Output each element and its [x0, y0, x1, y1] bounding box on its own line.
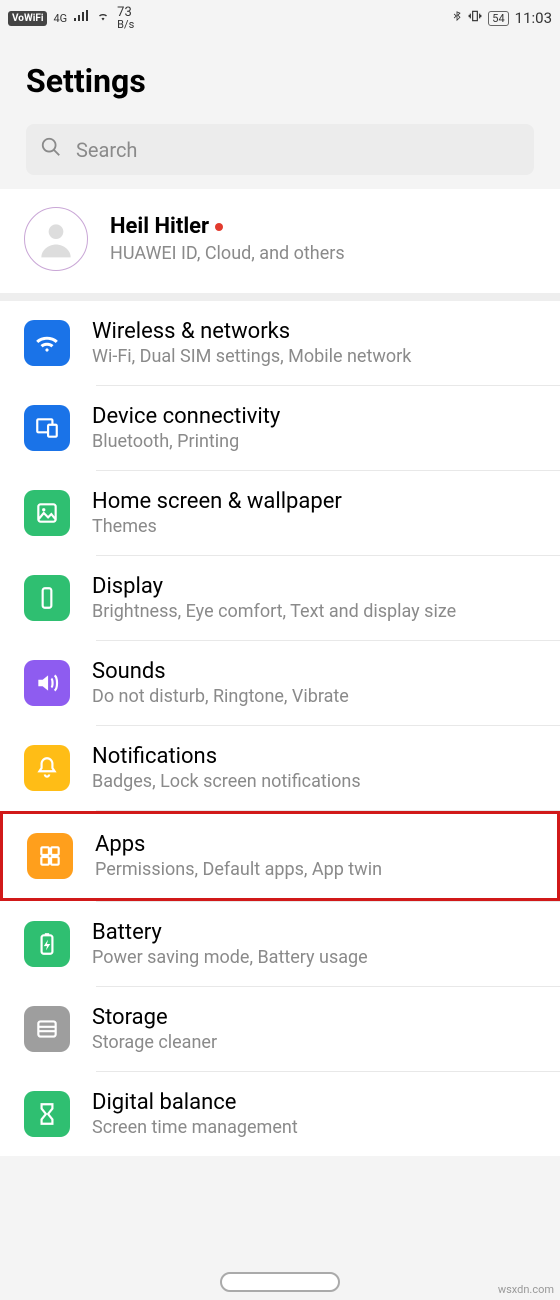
settings-item-sounds[interactable]: SoundsDo not disturb, Ringtone, Vibrate	[0, 641, 560, 725]
item-title: Device connectivity	[92, 404, 540, 429]
item-title: Home screen & wallpaper	[92, 489, 540, 514]
status-bar: VoWiFi 4G 73 B/s 54 11:03	[0, 0, 560, 34]
battery-indicator: 54	[488, 11, 508, 26]
storage-icon	[24, 1006, 70, 1052]
settings-item-digital-balance[interactable]: Digital balanceScreen time management	[0, 1072, 560, 1156]
settings-item-battery[interactable]: BatteryPower saving mode, Battery usage	[0, 902, 560, 986]
wifi-status-icon	[95, 10, 111, 26]
status-right: 54 11:03	[452, 9, 552, 27]
item-title: Notifications	[92, 744, 540, 769]
item-subtitle: Wi-Fi, Dual SIM settings, Mobile network	[92, 346, 540, 367]
vowifi-badge: VoWiFi	[8, 11, 47, 26]
account-row[interactable]: Heil Hitler HUAWEI ID, Cloud, and others	[0, 189, 560, 301]
sound-icon	[24, 660, 70, 706]
item-subtitle: Brightness, Eye comfort, Text and displa…	[92, 601, 540, 622]
apps-icon	[27, 833, 73, 879]
bell-icon	[24, 745, 70, 791]
settings-item-apps[interactable]: AppsPermissions, Default apps, App twin	[3, 814, 557, 898]
item-title: Wireless & networks	[92, 319, 540, 344]
display-icon	[24, 575, 70, 621]
settings-list: Wireless & networksWi-Fi, Dual SIM setti…	[0, 301, 560, 1156]
account-name: Heil Hitler	[110, 214, 209, 239]
notification-dot-icon	[215, 223, 223, 231]
bluetooth-icon	[452, 9, 462, 27]
settings-item-device-connectivity[interactable]: Device connectivityBluetooth, Printing	[0, 386, 560, 470]
item-subtitle: Badges, Lock screen notifications	[92, 771, 540, 792]
battery-icon	[24, 921, 70, 967]
settings-item-home-screen-wallpaper[interactable]: Home screen & wallpaperThemes	[0, 471, 560, 555]
item-subtitle: Storage cleaner	[92, 1032, 540, 1053]
item-subtitle: Power saving mode, Battery usage	[92, 947, 540, 968]
watermark: wsxdn.com	[498, 1283, 554, 1296]
devices-icon	[24, 405, 70, 451]
network-type: 4G	[53, 12, 67, 25]
status-left: VoWiFi 4G 73 B/s	[8, 6, 134, 30]
search-input[interactable]: Search	[26, 124, 534, 175]
search-icon	[40, 136, 62, 163]
item-subtitle: Do not disturb, Ringtone, Vibrate	[92, 686, 540, 707]
item-title: Digital balance	[92, 1090, 540, 1115]
item-title: Display	[92, 574, 540, 599]
item-title: Battery	[92, 920, 540, 945]
item-title: Apps	[95, 832, 537, 857]
search-placeholder: Search	[76, 138, 137, 162]
wallpaper-icon	[24, 490, 70, 536]
clock: 11:03	[515, 9, 552, 27]
settings-item-display[interactable]: DisplayBrightness, Eye comfort, Text and…	[0, 556, 560, 640]
account-subtitle: HUAWEI ID, Cloud, and others	[110, 243, 540, 264]
signal-icon	[73, 10, 89, 26]
item-subtitle: Screen time management	[92, 1117, 540, 1138]
item-title: Storage	[92, 1005, 540, 1030]
item-subtitle: Themes	[92, 516, 540, 537]
avatar	[24, 207, 88, 271]
settings-item-wireless-networks[interactable]: Wireless & networksWi-Fi, Dual SIM setti…	[0, 301, 560, 385]
wifi-icon	[24, 320, 70, 366]
vibrate-icon	[468, 9, 482, 27]
settings-item-notifications[interactable]: NotificationsBadges, Lock screen notific…	[0, 726, 560, 810]
settings-item-storage[interactable]: StorageStorage cleaner	[0, 987, 560, 1071]
page-title: Settings	[0, 34, 560, 124]
hourglass-icon	[24, 1091, 70, 1137]
data-speed: 73 B/s	[117, 6, 134, 30]
item-title: Sounds	[92, 659, 540, 684]
item-subtitle: Permissions, Default apps, App twin	[95, 859, 537, 880]
gesture-pill[interactable]	[220, 1272, 340, 1292]
item-subtitle: Bluetooth, Printing	[92, 431, 540, 452]
